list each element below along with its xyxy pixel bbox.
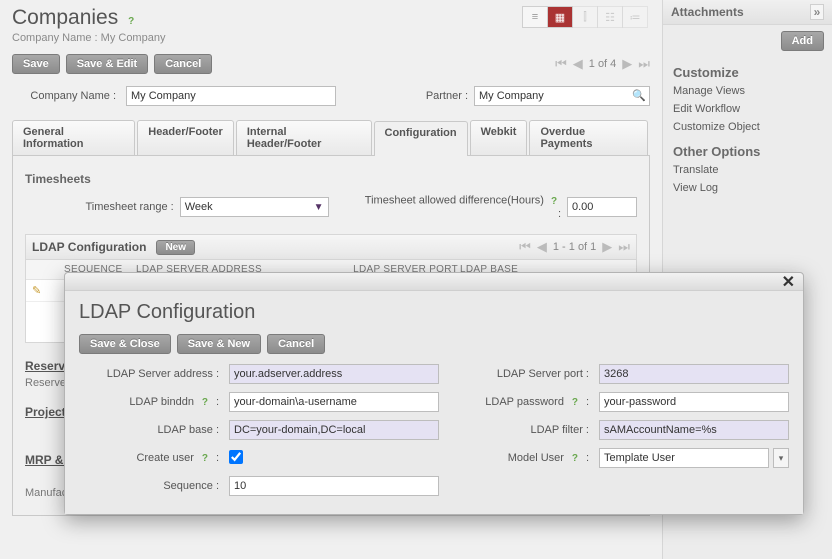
timesheets-heading: Timesheets xyxy=(25,172,637,186)
help-icon[interactable]: ? xyxy=(547,194,561,208)
model-user-label: Model User? : xyxy=(449,451,589,465)
translate-link[interactable]: Translate xyxy=(663,161,832,179)
sequence-label: Sequence : xyxy=(79,480,219,492)
partner-input[interactable] xyxy=(474,86,650,106)
ldap-config-heading: LDAP Configuration xyxy=(32,240,146,254)
attachments-title: Attachments xyxy=(671,5,744,19)
pager-text: 1 of 4 xyxy=(589,58,617,70)
customize-title: Customize xyxy=(663,57,832,82)
save-edit-button[interactable]: Save & Edit xyxy=(66,54,149,74)
sequence-input[interactable] xyxy=(229,476,439,496)
close-icon[interactable]: ✕ xyxy=(782,272,795,292)
chevron-down-icon: ▼ xyxy=(314,202,324,213)
pager-last-icon[interactable]: ⏭ xyxy=(638,56,650,72)
ldap-password-label: LDAP password? : xyxy=(449,395,589,409)
view-graph-icon[interactable]: ⫿ xyxy=(572,6,598,28)
customize-object-link[interactable]: Customize Object xyxy=(663,118,832,136)
ldap-port-input[interactable] xyxy=(599,364,789,384)
ldap-filter-label: LDAP filter : xyxy=(449,424,589,436)
pager-next-icon[interactable]: ▶ xyxy=(622,56,632,72)
ldap-password-input[interactable] xyxy=(599,392,789,412)
ldap-base-label: LDAP base : xyxy=(79,424,219,436)
dialog-title: LDAP Configuration xyxy=(79,301,789,324)
view-switcher: ≡ ▦ ⫿ ☷ ≔ xyxy=(523,6,648,28)
breadcrumb-value: My Company xyxy=(101,32,166,44)
dialog-save-close-button[interactable]: Save & Close xyxy=(79,334,171,354)
add-attachment-button[interactable]: Add xyxy=(781,31,824,51)
timesheet-allowed-label: Timesheet allowed difference(Hours) ? : xyxy=(360,194,561,220)
model-user-input[interactable] xyxy=(599,448,769,468)
tab-header-footer[interactable]: Header/Footer xyxy=(137,120,234,155)
ldap-binddn-label: LDAP binddn? : xyxy=(79,395,219,409)
tab-general[interactable]: General Information xyxy=(12,120,135,155)
create-user-label: Create user? : xyxy=(79,451,219,465)
create-user-checkbox[interactable] xyxy=(229,450,243,464)
ldap-address-input[interactable] xyxy=(229,364,439,384)
ldap-port-label: LDAP Server port : xyxy=(449,368,589,380)
manage-views-link[interactable]: Manage Views xyxy=(663,82,832,100)
help-icon[interactable]: ? xyxy=(568,451,582,465)
pager-prev-icon[interactable]: ◀ xyxy=(573,56,583,72)
timesheet-allowed-input[interactable] xyxy=(567,197,637,217)
grid-pager-first-icon[interactable]: ⏮ xyxy=(519,239,531,255)
ldap-filter-input[interactable] xyxy=(599,420,789,440)
grid-pager-prev-icon[interactable]: ◀ xyxy=(537,239,547,255)
help-icon[interactable]: ? xyxy=(198,395,212,409)
tab-configuration[interactable]: Configuration xyxy=(374,121,468,156)
help-icon[interactable]: ? xyxy=(198,451,212,465)
view-gantt-icon[interactable]: ≔ xyxy=(622,6,648,28)
timesheet-range-value: Week xyxy=(185,201,213,213)
ldap-binddn-input[interactable] xyxy=(229,392,439,412)
ldap-address-label: LDAP Server address : xyxy=(79,368,219,380)
breadcrumb-label: Company Name : xyxy=(12,32,98,44)
dialog-save-new-button[interactable]: Save & New xyxy=(177,334,261,354)
breadcrumb: Company Name : My Company xyxy=(12,32,650,44)
edit-workflow-link[interactable]: Edit Workflow xyxy=(663,100,832,118)
grid-pager-text: 1 - 1 of 1 xyxy=(553,241,596,253)
timesheet-range-label: Timesheet range : xyxy=(25,201,174,213)
dialog-cancel-button[interactable]: Cancel xyxy=(267,334,325,354)
company-name-input[interactable] xyxy=(126,86,336,106)
search-icon[interactable]: 🔍 xyxy=(632,89,646,102)
other-options-title: Other Options xyxy=(663,136,832,161)
tab-webkit[interactable]: Webkit xyxy=(470,120,528,155)
save-button[interactable]: Save xyxy=(12,54,60,74)
view-log-link[interactable]: View Log xyxy=(663,179,832,197)
edit-icon[interactable]: ✎ xyxy=(32,284,62,297)
partner-label: Partner : xyxy=(408,90,468,102)
help-icon[interactable]: ? xyxy=(124,15,138,29)
ldap-new-button[interactable]: New xyxy=(156,240,195,255)
page-title: Companies xyxy=(12,6,118,30)
cancel-button[interactable]: Cancel xyxy=(154,54,212,74)
chevron-down-icon[interactable]: ▾ xyxy=(773,448,789,468)
timesheet-range-select[interactable]: Week ▼ xyxy=(180,197,329,217)
record-pager: ⏮ ◀ 1 of 4 ▶ ⏭ xyxy=(555,56,650,72)
help-icon[interactable]: ? xyxy=(568,395,582,409)
company-name-label: Company Name : xyxy=(12,90,120,102)
view-calendar-icon[interactable]: ☷ xyxy=(597,6,623,28)
tab-internal-header-footer[interactable]: Internal Header/Footer xyxy=(236,120,372,155)
view-list-icon[interactable]: ≡ xyxy=(522,6,548,28)
attachments-header: Attachments » xyxy=(663,0,832,25)
ldap-config-dialog: ✕ LDAP Configuration Save & Close Save &… xyxy=(64,272,804,515)
view-form-icon[interactable]: ▦ xyxy=(547,6,573,28)
pager-first-icon[interactable]: ⏮ xyxy=(555,56,567,72)
tab-overdue-payments[interactable]: Overdue Payments xyxy=(529,120,648,155)
grid-pager-next-icon[interactable]: ▶ xyxy=(602,239,612,255)
ldap-base-input[interactable] xyxy=(229,420,439,440)
grid-pager-last-icon[interactable]: ⏭ xyxy=(618,239,630,255)
tabs: General Information Header/Footer Intern… xyxy=(12,120,650,156)
chevron-right-icon[interactable]: » xyxy=(810,4,824,20)
